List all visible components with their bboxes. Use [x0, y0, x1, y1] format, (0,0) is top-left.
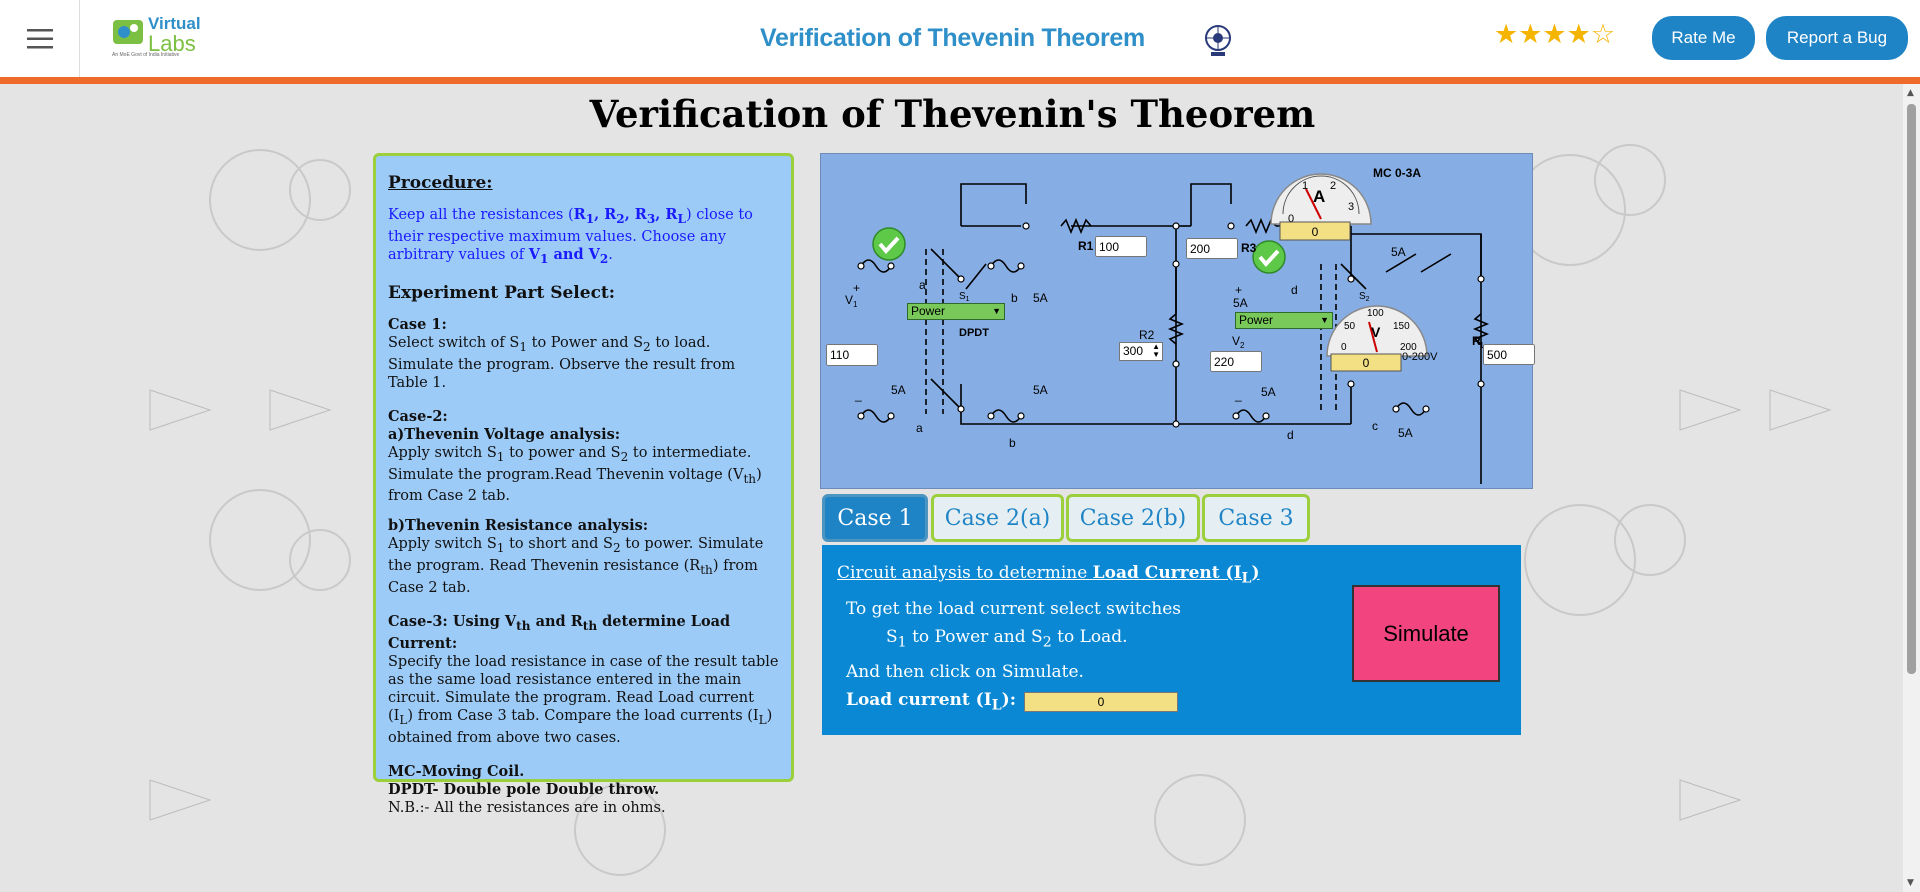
polarity-label: _ [854, 388, 862, 402]
s2-label: S2 [1359, 291, 1370, 303]
voltmeter-tick: 0 [1341, 342, 1347, 353]
check-icon-s1 [872, 227, 906, 261]
r3-label: R3 [1241, 241, 1257, 255]
ammeter-icon: 0 1 2 3 A [1270, 173, 1372, 225]
rl-input[interactable] [1483, 344, 1535, 365]
logo-tagline: An MoE Govt of India Initiative [112, 52, 180, 58]
case1-instructions: Case 1: Select switch of S1 to Power and … [388, 315, 736, 391]
check-icon-s2 [1252, 240, 1286, 274]
terminal-label: c [1372, 419, 1378, 433]
case2a-instructions: Case-2: a)Thevenin Voltage analysis: Apply… [388, 407, 762, 505]
r2-value: 300 [1123, 344, 1144, 358]
page-title: Verification of Thevenin's Theorem [589, 92, 1316, 136]
fuse-label: 5A [1261, 385, 1276, 399]
panel-title: Circuit analysis to determine Load Curre… [837, 563, 1260, 587]
header-title: Verification of Thevenin Theorem [760, 24, 1145, 52]
circuit-diagram: 0 1 2 3 A 0 MC 0-3A 0 50 100 150 200 V 0… [820, 153, 1535, 489]
case-panel: Circuit analysis to determine Load Curre… [822, 545, 1521, 735]
rate-me-button[interactable]: Rate Me [1652, 16, 1755, 60]
notes: MC-Moving Coil. DPDT- Double pole Double … [388, 763, 666, 817]
polarity-label: _ [1234, 388, 1242, 402]
menu-button[interactable] [0, 0, 80, 77]
institute-emblem-icon [1205, 25, 1231, 56]
case3-instructions: Case-3: Using Vth and Rth determine Load… [388, 613, 779, 747]
r3-input[interactable] [1186, 238, 1238, 259]
r2-label: R2 [1139, 328, 1155, 342]
r1-label: R1 [1078, 239, 1094, 253]
case2b-instructions: b)Thevenin Resistance analysis: Apply swi… [388, 517, 764, 597]
ammeter-label: MC 0-3A [1373, 166, 1421, 180]
terminal-label: d [1287, 428, 1294, 442]
procedure-intro: Keep all the resistances (R1, R2, R3, RL… [388, 206, 753, 266]
panel-line-3: And then click on Simulate. [846, 662, 1084, 682]
v2-label: V2 [1232, 334, 1245, 350]
fuse-label: 5A [1233, 296, 1248, 310]
chevron-down-icon: ▼ [992, 306, 1001, 316]
ammeter-reading: 0 [1312, 225, 1319, 239]
voltmeter-tick: 50 [1344, 321, 1356, 332]
procedure-heading: Procedure: [388, 173, 493, 193]
fuse-label: 5A [1033, 383, 1048, 397]
voltmeter-reading: 0 [1363, 356, 1370, 370]
voltmeter-unit: V [1371, 324, 1381, 340]
voltmeter-tick: 150 [1393, 321, 1410, 332]
circuit-svg: 0 1 2 3 A 0 MC 0-3A 0 50 100 150 200 V 0… [845, 166, 1490, 484]
rating-stars[interactable]: ★★★★☆ [1494, 19, 1615, 50]
hamburger-icon [26, 28, 53, 48]
ammeter-tick: 3 [1348, 201, 1354, 213]
fuse-label: 5A [1391, 245, 1406, 259]
experiment-part-heading: Experiment Part Select: [388, 282, 616, 303]
r1-input[interactable] [1095, 236, 1147, 257]
tab-case-2b[interactable]: Case 2(b) [1066, 494, 1200, 542]
s2-select-value: Power [1239, 313, 1274, 327]
scrollbar-thumb[interactable] [1907, 104, 1916, 674]
report-bug-button[interactable]: Report a Bug [1766, 16, 1908, 60]
terminal-label: b [1011, 291, 1018, 305]
scroll-up-arrow-icon[interactable]: ▲ [1907, 88, 1914, 98]
terminal-label: d [1291, 283, 1298, 297]
polarity-label: + [1235, 283, 1242, 297]
virtual-labs-logo[interactable]: Virtual Labs An MoE Govt of India Initia… [108, 12, 204, 62]
v2-input[interactable] [1210, 351, 1262, 372]
terminal-label: a [919, 278, 926, 292]
page-scrollbar[interactable]: ▲ ▼ [1903, 84, 1920, 892]
tab-case-1[interactable]: Case 1 [822, 494, 928, 542]
fuse-label: 5A [1398, 426, 1413, 440]
load-current-value: 0 [1024, 692, 1178, 712]
panel-line-1: To get the load current select switches [846, 599, 1181, 619]
load-current-label: Load current (IL): [846, 690, 1016, 714]
polarity-label: + [853, 281, 860, 295]
s1-label: S1 [959, 291, 970, 303]
scroll-down-arrow-icon[interactable]: ▼ [1907, 878, 1914, 888]
tab-case-2a[interactable]: Case 2(a) [931, 494, 1064, 542]
s1-select[interactable]: Power ▼ [907, 303, 1005, 320]
v1-input[interactable] [826, 344, 878, 366]
voltmeter-label: 0-200V [1402, 351, 1438, 363]
stepper-arrows-icon[interactable]: ▲ ▼ [1152, 343, 1160, 359]
fuse-label: 5A [891, 383, 906, 397]
v1-label: V1 [845, 293, 858, 309]
ammeter-unit: A [1313, 187, 1325, 206]
s2-select[interactable]: Power ▼ [1235, 312, 1333, 329]
chevron-down-icon: ▼ [1320, 315, 1329, 325]
panel-line-2: S1 to Power and S2 to Load. [886, 627, 1128, 651]
voltmeter-tick: 100 [1367, 308, 1384, 319]
dpdt-label: DPDT [959, 327, 989, 339]
fuse-label: 5A [1033, 291, 1048, 305]
simulate-button[interactable]: Simulate [1352, 585, 1500, 682]
tab-case-3[interactable]: Case 3 [1202, 494, 1310, 542]
ammeter-tick: 2 [1330, 180, 1336, 192]
terminal-label: a [916, 421, 923, 435]
procedure-panel: Procedure: Keep all the resistances (R1,… [373, 153, 794, 816]
terminal-label: b [1009, 436, 1016, 450]
r2-stepper[interactable]: 300 ▲ ▼ [1119, 342, 1163, 361]
logo-icon [113, 20, 143, 44]
top-header: Virtual Labs An MoE Govt of India Initia… [0, 0, 1920, 84]
ammeter-tick: 1 [1302, 180, 1308, 192]
s1-select-value: Power [911, 304, 946, 318]
voltmeter-icon: 0 50 100 150 200 V [1326, 305, 1428, 357]
